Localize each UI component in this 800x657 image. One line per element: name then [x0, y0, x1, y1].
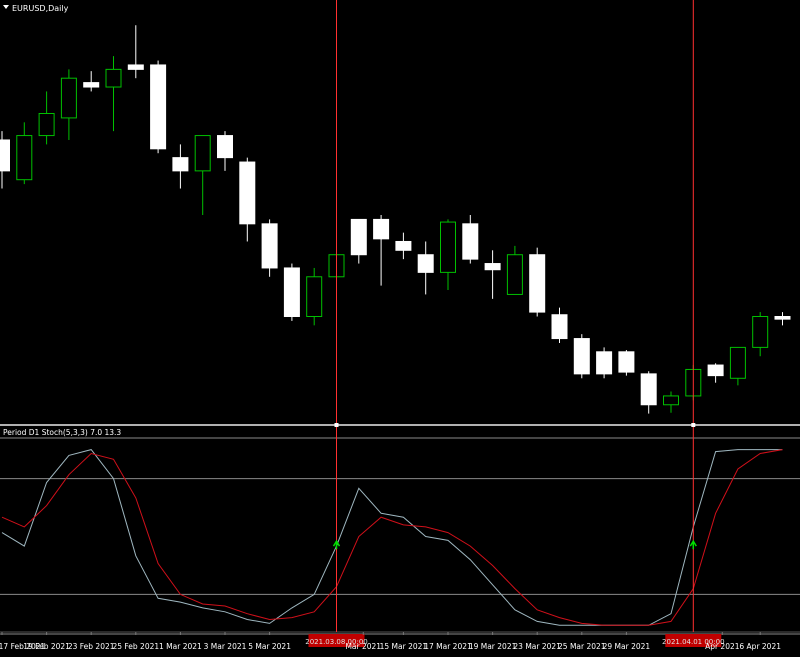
axis-label: 23 Mar 2021: [513, 642, 561, 651]
axis-label: 23 Feb 2021: [68, 642, 115, 651]
candle-body: [395, 240, 412, 251]
candle[interactable]: [596, 347, 613, 379]
candle[interactable]: [283, 263, 300, 321]
axis-label: 25 Feb 2021: [112, 642, 159, 651]
candle-body: [573, 338, 590, 375]
axis-label: 29 Mar 2021: [603, 642, 651, 651]
axis-label: 15 Mar 2021: [380, 642, 428, 651]
chart-title: EURUSD,Daily: [12, 4, 69, 13]
chart-canvas[interactable]: 2021.03.08 00:00 2021.04.01 00:00 17 Feb …: [0, 0, 800, 653]
candle-body: [729, 346, 746, 379]
candle-body: [417, 254, 434, 273]
candle-body: [551, 314, 568, 340]
candle-body: [306, 276, 323, 318]
axis-label: 6 Apr 2021: [739, 642, 781, 651]
candle-body: [596, 351, 613, 375]
chart-background: [0, 0, 800, 653]
candle-body: [774, 316, 791, 320]
candle-body: [150, 64, 167, 150]
axis-label: 19 Mar 2021: [469, 642, 517, 651]
candle[interactable]: [573, 334, 590, 379]
candle-body: [261, 223, 278, 269]
candle-body: [752, 316, 769, 348]
candle-body: [0, 139, 10, 172]
candle-body: [663, 395, 679, 406]
candle-body: [239, 161, 256, 225]
axis-label: 1 Mar 2021: [159, 642, 202, 651]
candle[interactable]: [261, 219, 278, 277]
candle-body: [127, 64, 144, 70]
candle-body: [640, 373, 657, 406]
candle[interactable]: [618, 350, 635, 376]
marker-handle[interactable]: [334, 423, 339, 427]
marker-handle[interactable]: [691, 423, 696, 427]
axis-label: Mar 2021: [345, 642, 381, 651]
candle[interactable]: [529, 247, 546, 317]
candle-body: [283, 267, 300, 317]
candle[interactable]: [306, 267, 323, 326]
candle-body: [529, 254, 546, 313]
axis-label: 17 Mar 2021: [424, 642, 472, 651]
chart-window[interactable]: 2021.03.08 00:00 2021.04.01 00:00 17 Feb …: [0, 0, 800, 653]
candle-body: [462, 223, 479, 260]
candle-body: [194, 135, 211, 172]
candle-body: [105, 68, 122, 88]
candle-body: [440, 221, 456, 273]
axis-label: 19 Feb 2021: [23, 642, 70, 651]
candle-body: [484, 263, 501, 271]
candle[interactable]: [150, 60, 167, 154]
candle-body: [60, 77, 77, 119]
candle-body: [16, 135, 33, 181]
candle-body: [618, 351, 635, 373]
candle-body: [83, 82, 100, 88]
axis-label: 5 Mar 2021: [248, 642, 291, 651]
candle-body: [172, 157, 189, 172]
indicator-label: Period D1 Stoch(5,3,3) 7.0 13.3: [3, 428, 121, 437]
candle-body: [506, 254, 523, 295]
candle-body: [707, 364, 724, 377]
axis-label: 25 Mar 2021: [558, 642, 606, 651]
candle-body: [350, 218, 367, 256]
candle-body: [38, 113, 55, 137]
axis-label: 3 Mar 2021: [204, 642, 247, 651]
candle-body: [373, 218, 390, 240]
axis-label: Apr 2021: [705, 642, 740, 651]
candle-body: [217, 135, 233, 159]
